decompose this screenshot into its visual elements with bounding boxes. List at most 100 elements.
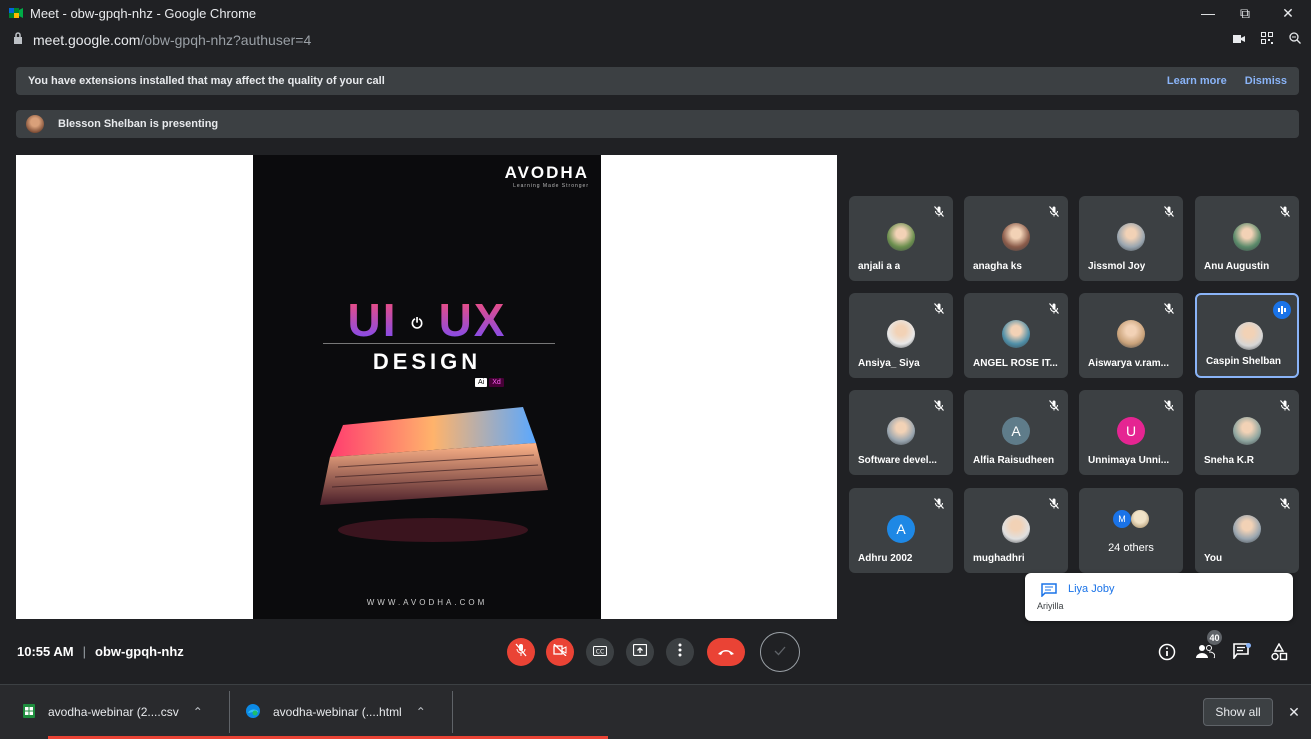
close-downloads-bar-button[interactable]: ✕ <box>1283 698 1305 726</box>
meet-favicon-icon <box>9 6 23 20</box>
participant-tile[interactable]: Ansiya_ Siya <box>849 293 953 378</box>
activities-icon <box>1270 642 1288 665</box>
more-options-button[interactable] <box>666 638 694 666</box>
captions-button[interactable]: CC <box>586 638 614 666</box>
participant-avatar <box>1002 223 1030 251</box>
chat-button[interactable] <box>1233 643 1251 664</box>
download-item-csv[interactable]: avodha-webinar (2....csv ⌃ <box>22 685 203 739</box>
power-icon: ⏻ <box>411 315 425 332</box>
url-text[interactable]: meet.google.com/obw-gpqh-nhz?authuser=4 <box>33 32 311 48</box>
participant-avatar <box>1235 322 1263 350</box>
slide-brand-tagline: Learning Made Stronger <box>513 183 589 189</box>
presenting-banner: Blesson Shelban is presenting <box>16 110 1299 138</box>
others-count-label: 24 others <box>1108 542 1154 554</box>
learn-more-link[interactable]: Learn more <box>1167 75 1227 87</box>
zoom-icon[interactable] <box>1289 31 1301 49</box>
mic-off-icon <box>934 301 944 319</box>
more-vert-icon <box>678 643 682 662</box>
chevron-up-icon[interactable]: ⌃ <box>193 705 203 719</box>
close-window-button[interactable]: ✕ <box>1268 0 1308 26</box>
participant-name: Unnimaya Unni... <box>1088 455 1170 466</box>
mic-off-icon <box>1280 204 1290 222</box>
participant-avatar: A <box>1002 417 1030 445</box>
participants-button[interactable] <box>1195 643 1216 664</box>
chevron-up-icon[interactable]: ⌃ <box>416 705 426 719</box>
participant-tile[interactable]: Jissmol Joy <box>1079 196 1183 281</box>
participant-name: anjali a a <box>858 261 901 272</box>
microphone-toggle-button[interactable] <box>507 638 535 666</box>
address-bar[interactable]: meet.google.com/obw-gpqh-nhz?authuser=4 <box>0 26 1311 54</box>
meeting-details-button[interactable] <box>1158 643 1176 666</box>
people-icon <box>1195 645 1216 663</box>
activities-button[interactable] <box>1270 642 1288 666</box>
show-all-downloads-button[interactable]: Show all <box>1203 698 1273 726</box>
close-icon: ✕ <box>1282 4 1294 21</box>
minimize-icon: — <box>1201 5 1215 21</box>
check-icon <box>774 643 786 661</box>
reactions-check-button[interactable] <box>760 632 800 672</box>
participant-tile[interactable]: ANGEL ROSE IT... <box>964 293 1068 378</box>
chat-message: Ariyilla <box>1037 601 1064 611</box>
edge-browser-icon <box>245 703 261 722</box>
qr-code-icon[interactable] <box>1261 31 1273 49</box>
camera-toggle-button[interactable] <box>546 638 574 666</box>
presentation-stage[interactable]: AVODHA Learning Made Stronger UI ⏻ UX DESI… <box>16 155 837 619</box>
participant-avatar <box>887 223 915 251</box>
participant-tile[interactable]: Software devel... <box>849 390 953 475</box>
address-bar-icons <box>1233 26 1301 54</box>
url-path: /obw-gpqh-nhz?authuser=4 <box>140 32 312 48</box>
download-separator <box>229 691 230 733</box>
participant-tile[interactable]: Sneha K.R <box>1195 390 1299 475</box>
download-item-html[interactable]: avodha-webinar (....html ⌃ <box>245 685 426 739</box>
camera-permission-icon[interactable] <box>1233 31 1245 49</box>
participant-tile[interactable]: Caspin Shelban <box>1195 293 1299 378</box>
participant-avatar <box>887 320 915 348</box>
participant-tile[interactable]: You <box>1195 488 1299 573</box>
info-icon <box>1158 643 1176 665</box>
participant-name: mughadhri <box>973 553 1025 564</box>
participant-tile[interactable]: Anu Augustin <box>1195 196 1299 281</box>
extensions-warning-text: You have extensions installed that may a… <box>28 75 385 87</box>
participant-tile[interactable]: anjali a a <box>849 196 953 281</box>
presented-slide: AVODHA Learning Made Stronger UI ⏻ UX DESI… <box>253 155 601 619</box>
mic-off-icon <box>1280 496 1290 514</box>
participant-name: Caspin Shelban <box>1206 356 1282 367</box>
participant-tile[interactable]: A Adhru 2002 <box>849 488 953 573</box>
meeting-info: 10:55 AM | obw-gpqh-nhz <box>17 644 184 659</box>
participant-tile[interactable]: M 24 others <box>1079 488 1183 573</box>
chat-icon <box>1041 583 1057 602</box>
participant-tile[interactable]: U Unnimaya Unni... <box>1079 390 1183 475</box>
url-host: meet.google.com <box>33 32 141 48</box>
extensions-warning-banner: You have extensions installed that may a… <box>16 67 1299 95</box>
participant-tile[interactable]: mughadhri <box>964 488 1068 573</box>
download-item-label: avodha-webinar (....html <box>273 705 402 719</box>
slide-title-ux: UX <box>438 294 507 346</box>
present-icon <box>632 643 648 661</box>
dismiss-button[interactable]: Dismiss <box>1245 75 1287 87</box>
adobe-logo-badge: Ai <box>475 378 488 387</box>
lock-icon <box>13 31 23 49</box>
slide-brand: AVODHA Learning Made Stronger <box>505 163 589 189</box>
participant-tile[interactable]: Aiswarya v.ram... <box>1079 293 1183 378</box>
chat-panel-icon <box>1233 643 1251 663</box>
mic-off-icon <box>1164 204 1174 222</box>
slide-divider <box>323 343 555 344</box>
minimize-button[interactable]: — <box>1188 0 1228 26</box>
participant-name: Alfia Raisudheen <box>973 455 1055 466</box>
meeting-controls-bar: 10:55 AM | obw-gpqh-nhz CC <box>0 630 1311 678</box>
chat-notification[interactable]: Liya Joby Ariyilla <box>1025 573 1293 621</box>
participant-tile[interactable]: anagha ks <box>964 196 1068 281</box>
close-icon: ✕ <box>1288 703 1300 720</box>
leave-call-button[interactable] <box>707 638 745 666</box>
participant-avatar <box>1002 320 1030 348</box>
present-now-button[interactable] <box>626 638 654 666</box>
restore-button[interactable]: ⧉ <box>1225 0 1265 26</box>
participant-tile[interactable]: A Alfia Raisudheen <box>964 390 1068 475</box>
speaking-indicator-icon <box>1273 301 1291 319</box>
mic-off-icon <box>515 643 527 662</box>
mic-off-icon <box>1164 398 1174 416</box>
mic-off-icon <box>1049 496 1059 514</box>
download-separator <box>452 691 453 733</box>
participant-name: You <box>1204 553 1223 564</box>
presenting-text: Blesson Shelban is presenting <box>58 118 219 130</box>
